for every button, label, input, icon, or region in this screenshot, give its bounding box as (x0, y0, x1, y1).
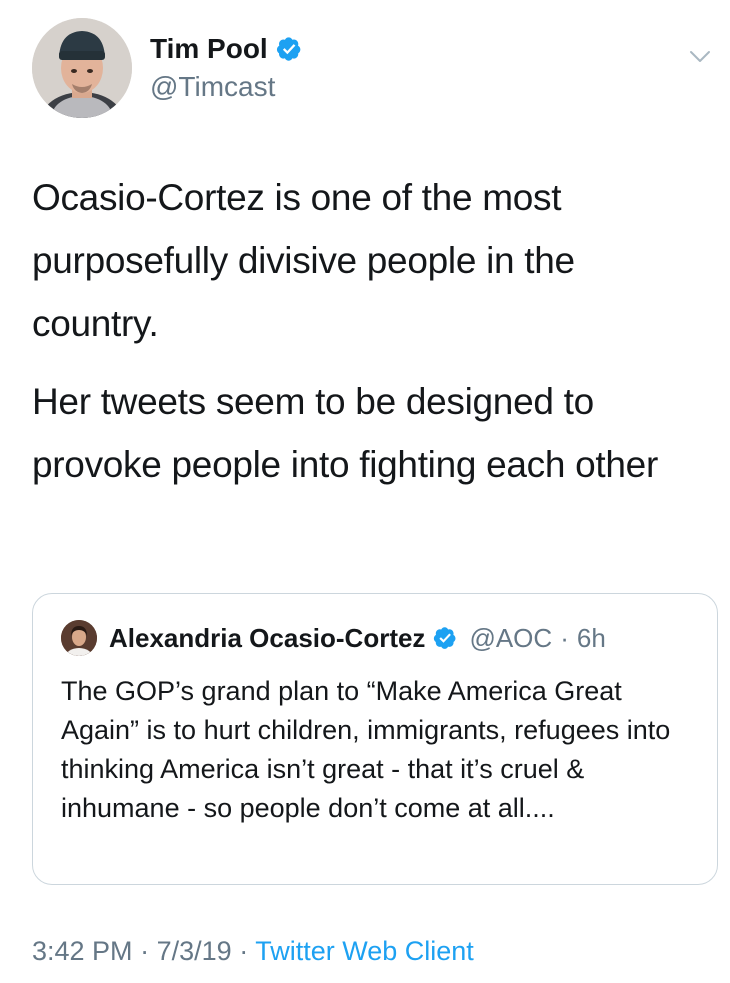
author-name[interactable]: Tim Pool (150, 32, 268, 66)
verified-badge-icon (276, 37, 301, 61)
tweet-header: Tim Pool @Timcast (32, 18, 730, 128)
author-handle[interactable]: @Timcast (150, 70, 275, 104)
quoted-author-name: Alexandria Ocasio-Cortez (109, 622, 426, 653)
chevron-down-icon[interactable] (686, 42, 714, 70)
separator-dot: · (560, 622, 569, 653)
tweet-footer: 3:42 PM · 7/3/19 · Twitter Web Client (32, 936, 474, 967)
tweet-paragraph: Ocasio-Cortez is one of the most purpose… (32, 177, 575, 344)
tweet-card: Tim Pool @Timcast Ocasio-Cortez is one o… (0, 0, 730, 983)
tweet-text: Ocasio-Cortez is one of the most purpose… (32, 166, 692, 511)
tweet-paragraph: Her tweets seem to be designed to provok… (32, 381, 658, 485)
author-name-row: Tim Pool (150, 32, 302, 66)
user-avatar-icon (61, 620, 97, 656)
quoted-tweet-header: Alexandria Ocasio-Cortez @AOC · 6h (61, 620, 606, 656)
separator-dot: · (239, 936, 249, 966)
quoted-author-avatar (61, 620, 97, 656)
quoted-tweet-time: 6h (576, 622, 606, 653)
tweet-client-link[interactable]: Twitter Web Client (255, 936, 474, 966)
quoted-tweet[interactable]: Alexandria Ocasio-Cortez @AOC · 6h The G… (32, 593, 718, 885)
quoted-author-handle: @AOC (469, 622, 553, 653)
quoted-tweet-text: The GOP’s grand plan to “Make America Gr… (61, 676, 671, 823)
tweet-date: 7/3/19 (156, 936, 232, 966)
separator-dot: · (140, 936, 150, 966)
user-avatar-icon (32, 18, 132, 118)
verified-badge-icon (434, 627, 456, 649)
tweet-time: 3:42 PM (32, 936, 133, 966)
author-avatar[interactable] (32, 18, 132, 118)
